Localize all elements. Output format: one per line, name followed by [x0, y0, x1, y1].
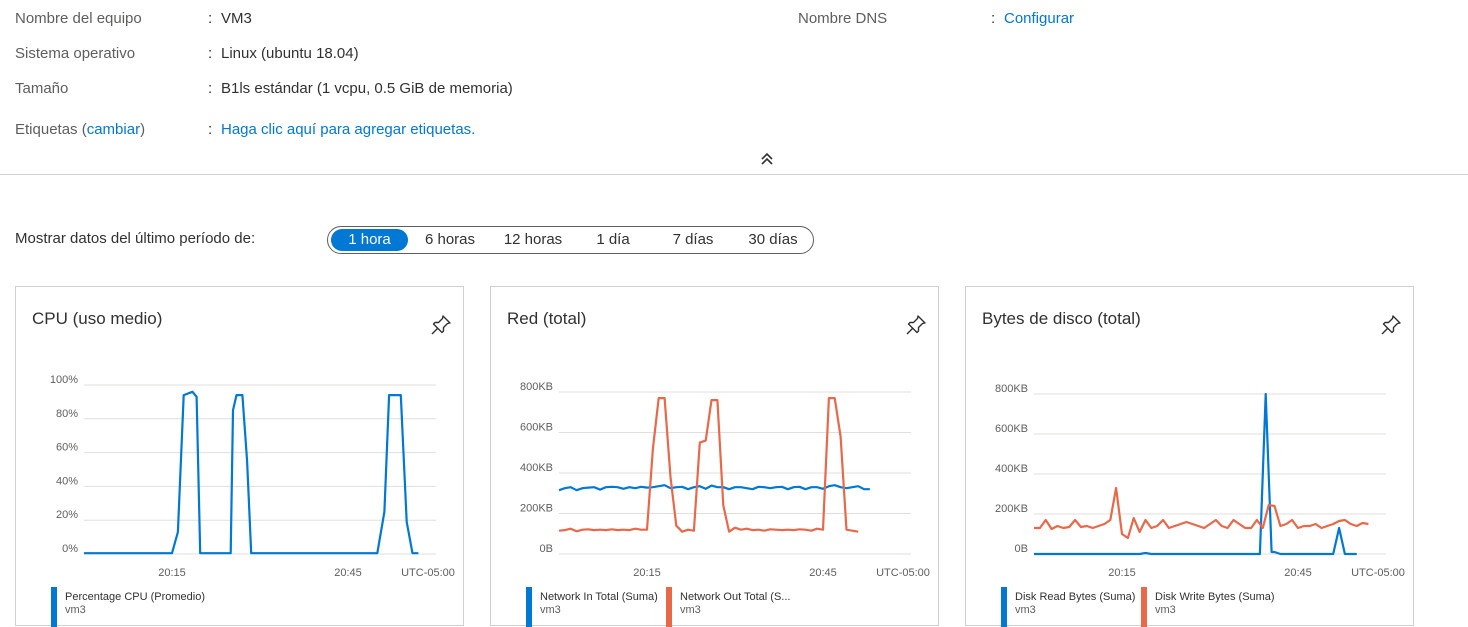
property-value: B1ls estándar (1 vcpu, 0.5 GiB de memori…	[221, 80, 513, 97]
x-tick-label: 20:45	[809, 567, 837, 579]
tags-label-prefix: Etiquetas (	[15, 121, 87, 138]
y-tick-label: 400KB	[520, 462, 553, 474]
network-chart-card: Red (total) 0B 200KB 400KB 600KB 800KB 20:15 2…	[490, 286, 939, 627]
x-tick-label: 20:15	[158, 567, 186, 579]
property-colon: :	[208, 10, 213, 27]
y-tick-label: 0%	[62, 543, 78, 555]
legend-resource: vm3	[1015, 604, 1036, 616]
x-tick-label: 20:45	[334, 567, 362, 579]
y-tick-label: 100%	[50, 374, 78, 386]
y-tick-label: 600KB	[520, 422, 553, 434]
property-colon: :	[208, 80, 213, 97]
property-label: Nombre del equipo	[15, 10, 142, 27]
y-tick-label: 400KB	[995, 463, 1028, 475]
series-line	[1034, 486, 1369, 540]
cpu-chart-card: CPU (uso medio) 0% 20% 40% 60% 80% 100% 20:15 2…	[15, 286, 464, 627]
legend-swatch	[526, 587, 532, 627]
tags-colon: :	[208, 121, 213, 138]
legend-resource: vm3	[1155, 604, 1176, 616]
period-option[interactable]: 7 días	[653, 229, 733, 251]
y-tick-label: 600KB	[995, 423, 1028, 435]
period-option[interactable]: 30 días	[733, 229, 813, 251]
y-tick-label: 0B	[1015, 543, 1028, 555]
y-tick-label: 60%	[56, 442, 78, 454]
y-tick-label: 40%	[56, 475, 78, 487]
property-label: Sistema operativo	[15, 45, 136, 62]
legend-label: Percentage CPU (Promedio)	[65, 591, 206, 603]
disk-chart-card: Bytes de disco (total) 0B 200KB 400KB 600KB…	[965, 286, 1414, 627]
chart-plot: 0% 20% 40% 60% 80% 100% 20:15 20:45 UTC-05:00	[50, 374, 455, 579]
legend-label: Disk Write Bytes (Suma)	[1155, 591, 1275, 603]
x-tick-label: UTC-05:00	[401, 567, 455, 579]
configure-dns-link[interactable]: Configurar	[1004, 10, 1074, 27]
legend-label: Network Out Total (S...	[680, 591, 791, 603]
legend-resource: vm3	[680, 604, 701, 616]
property-colon: :	[208, 45, 213, 62]
legend-swatch	[666, 587, 672, 627]
period-option[interactable]: 6 horas	[411, 229, 489, 251]
change-tags-link[interactable]: cambiar	[87, 121, 140, 138]
dns-colon: :	[991, 10, 996, 27]
legend-swatch	[1141, 587, 1147, 627]
property-label: Tamaño	[15, 80, 69, 97]
chart-plot: 0B 200KB 400KB 600KB 800KB 20:15 20:45 UTC-05:0…	[520, 381, 930, 579]
property-value: Linux (ubuntu 18.04)	[221, 45, 359, 62]
y-tick-label: 80%	[56, 408, 78, 420]
period-option[interactable]: 1 hora	[331, 229, 408, 251]
property-value: VM3	[221, 10, 252, 27]
period-selector: 1 hora 6 horas 12 horas 1 día 7 días 30 días	[327, 226, 814, 254]
legend-resource: vm3	[65, 604, 86, 616]
y-tick-label: 200KB	[520, 503, 553, 515]
tags-label: Etiquetas (cambiar)	[15, 121, 145, 138]
legend-label: Disk Read Bytes (Suma)	[1015, 591, 1136, 603]
legend-swatch	[51, 587, 57, 627]
chevron-double-up-icon[interactable]	[759, 152, 775, 166]
section-divider	[0, 174, 1468, 175]
legend-label: Network In Total (Suma)	[540, 591, 658, 603]
period-label: Mostrar datos del último período de:	[15, 230, 256, 247]
x-tick-label: UTC-05:00	[876, 567, 930, 579]
x-tick-label: 20:15	[1108, 567, 1136, 579]
series-line	[84, 390, 419, 555]
y-tick-label: 20%	[56, 509, 78, 521]
x-tick-label: 20:15	[633, 567, 661, 579]
period-option[interactable]: 12 horas	[493, 229, 573, 251]
period-option[interactable]: 1 día	[583, 229, 643, 251]
y-tick-label: 200KB	[995, 503, 1028, 515]
dns-label: Nombre DNS	[798, 10, 888, 27]
x-tick-label: UTC-05:00	[1351, 567, 1405, 579]
legend-resource: vm3	[540, 604, 561, 616]
y-tick-label: 800KB	[520, 381, 553, 393]
series-line	[558, 484, 870, 492]
x-tick-label: 20:45	[1284, 567, 1312, 579]
series-line	[558, 396, 859, 533]
legend-swatch	[1001, 587, 1007, 627]
y-tick-label: 800KB	[995, 383, 1028, 395]
y-tick-label: 0B	[540, 543, 553, 555]
add-tags-link[interactable]: Haga clic aquí para agregar etiquetas.	[221, 121, 475, 138]
tags-label-suffix: )	[140, 121, 146, 138]
chart-plot: 0B 200KB 400KB 600KB 800KB 20:15 20:45 UTC-05:0…	[995, 383, 1405, 579]
